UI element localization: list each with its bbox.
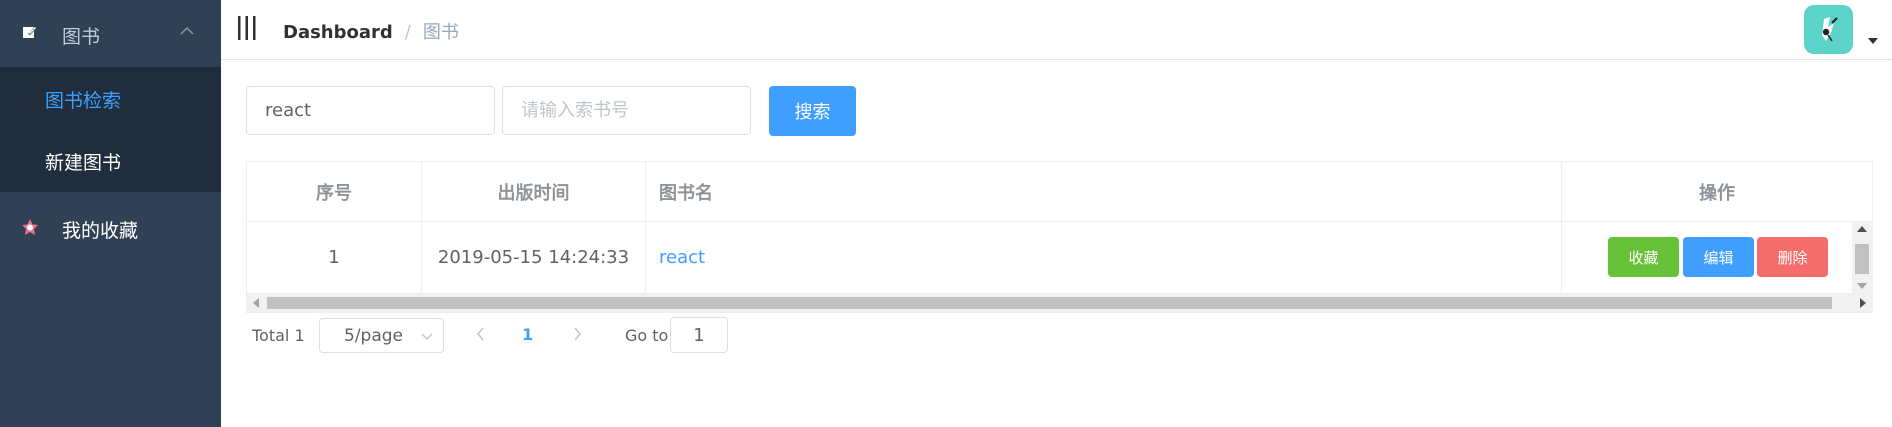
cell-name: react: [646, 222, 1562, 294]
book-name-link[interactable]: react: [659, 247, 705, 268]
search-button[interactable]: 搜索: [769, 86, 856, 136]
avatar[interactable]: [1804, 5, 1853, 54]
sidebar-item-label: 图书检索: [45, 90, 122, 112]
horizontal-scroll-thumb[interactable]: [267, 297, 1832, 309]
sidebar: 图书 图书检索 新建图书 我的收藏: [0, 0, 221, 427]
next-page-icon[interactable]: [571, 326, 583, 342]
chevron-down-icon: [421, 333, 433, 341]
books-submenu: 图书检索 新建图书: [0, 67, 221, 192]
goto-label: Go to: [625, 326, 669, 345]
star-icon: [22, 219, 38, 235]
sidebar-item-label: 新建图书: [45, 152, 122, 174]
caret-down-icon[interactable]: [1868, 38, 1878, 44]
chevron-up-icon: [180, 26, 194, 35]
column-header-index: 序号: [247, 162, 422, 222]
page-size-value: 5/page: [344, 326, 404, 346]
title-search-input[interactable]: [246, 86, 495, 135]
cell-published: 2019-05-15 14:24:33: [422, 222, 646, 294]
sidebar-item-new-book[interactable]: 新建图书: [0, 129, 221, 191]
goto-page-input[interactable]: [670, 317, 728, 353]
navbar: Dashboard / 图书: [221, 0, 1892, 60]
sidebar-item-label: 我的收藏: [62, 220, 139, 242]
books-table: 序号 出版时间 图书名 操作 1 2019-05-15 14:24:33 rea…: [246, 161, 1873, 313]
page-number-current[interactable]: 1: [522, 325, 533, 344]
horizontal-scrollbar[interactable]: [247, 294, 1872, 312]
vertical-scroll-thumb[interactable]: [1855, 244, 1869, 274]
breadcrumb-current: 图书: [422, 22, 459, 43]
breadcrumb-dashboard[interactable]: Dashboard: [283, 22, 393, 43]
hamburger-icon[interactable]: [237, 16, 257, 40]
cell-index: 1: [247, 222, 422, 294]
favorite-button[interactable]: 收藏: [1608, 237, 1679, 277]
vertical-scrollbar[interactable]: [1852, 222, 1872, 294]
column-header-published: 出版时间: [422, 162, 646, 222]
avatar-figure-icon: [1822, 17, 1838, 42]
menu-books[interactable]: 图书: [0, 0, 221, 67]
pagination-total: Total 1: [252, 326, 305, 345]
scroll-up-icon[interactable]: [1857, 226, 1867, 232]
prev-page-icon[interactable]: [475, 326, 487, 342]
breadcrumb-separator: /: [404, 22, 411, 43]
edit-icon: [23, 26, 37, 38]
sidebar-item-favorites[interactable]: 我的收藏: [0, 197, 221, 259]
edit-button[interactable]: 编辑: [1683, 237, 1754, 277]
call-number-input[interactable]: [502, 86, 751, 135]
scroll-down-icon[interactable]: [1857, 283, 1867, 289]
menu-books-label: 图书: [62, 26, 101, 48]
scroll-right-icon[interactable]: [1860, 298, 1866, 308]
column-header-actions: 操作: [1562, 162, 1872, 222]
delete-button[interactable]: 删除: [1757, 237, 1828, 277]
column-header-name: 图书名: [646, 162, 1562, 222]
breadcrumb: Dashboard / 图书: [283, 18, 459, 44]
page-size-select[interactable]: 5/page: [319, 318, 444, 353]
scroll-left-icon[interactable]: [253, 298, 259, 308]
sidebar-item-book-search[interactable]: 图书检索: [0, 67, 221, 129]
